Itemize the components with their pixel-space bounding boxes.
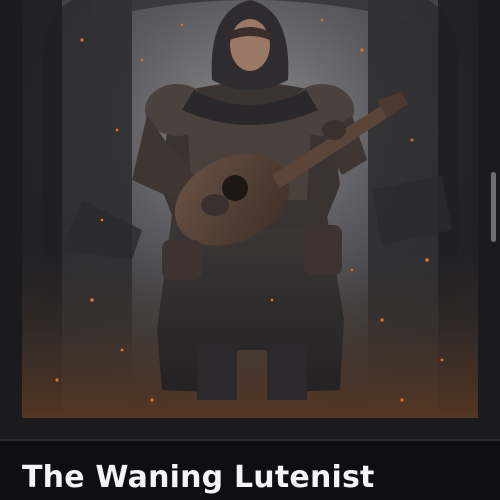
artwork-illustration: [22, 0, 478, 418]
card-artwork[interactable]: [22, 0, 478, 418]
card-title[interactable]: The Waning Lutenist: [22, 458, 375, 498]
scrollbar-thumb[interactable]: [491, 172, 496, 242]
